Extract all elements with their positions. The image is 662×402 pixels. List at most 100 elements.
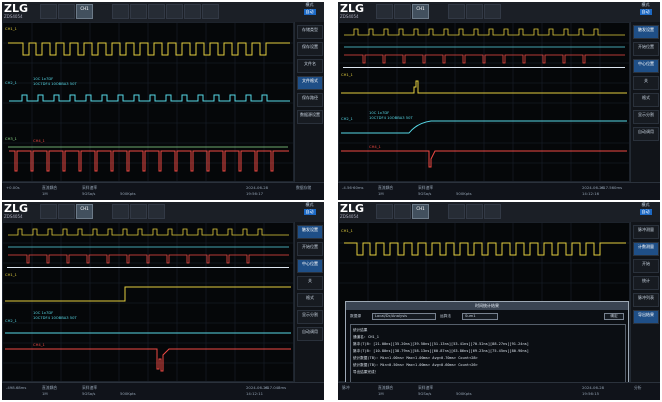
sample-rate-label: 采样速率: [82, 185, 98, 190]
channel-tab-active[interactable]: CH1: [76, 4, 93, 19]
channel-tab-2[interactable]: [58, 4, 75, 19]
side-button-1[interactable]: 触发设置: [633, 25, 659, 39]
channel-tab-1[interactable]: [376, 4, 393, 19]
mode-area: 模式 自动: [639, 2, 652, 15]
operation-select[interactable]: Sum1: [462, 313, 498, 320]
side-button-4[interactable]: 文件格式: [297, 76, 323, 90]
channel-tab-active[interactable]: CH1: [76, 204, 93, 219]
filter-select[interactable]: Local/Dc/Analysis: [372, 313, 436, 320]
channel-tab-5[interactable]: [484, 204, 501, 219]
cursor-readout: +17.560ms: [600, 185, 623, 190]
side-button-2[interactable]: 保存设置: [297, 42, 323, 56]
ch3-label: CH3_1: [5, 137, 17, 141]
coupling: 直流耦合: [42, 385, 58, 390]
memory-depth: 500Kpts: [456, 391, 472, 396]
side-button-4[interactable]: 关: [297, 276, 323, 290]
impedance: 1M: [378, 191, 384, 196]
decode-data: 10C7DF4 10OBBA3 50T: [33, 316, 77, 320]
channel-tab-8[interactable]: [202, 4, 219, 19]
auto-button[interactable]: 自动: [303, 9, 316, 15]
side-button-3[interactable]: 开始: [633, 259, 659, 273]
grid-svg: [339, 23, 629, 181]
date: 2024-06-28: [246, 185, 269, 190]
time: 19:56:15: [582, 391, 600, 396]
side-button-5[interactable]: 脉冲列表: [633, 293, 659, 307]
side-button-3[interactable]: 文件名: [297, 59, 323, 73]
side-button-2[interactable]: 计数测量: [633, 242, 659, 256]
side-button-3[interactable]: 中心位置: [633, 59, 659, 73]
coupling: 直流耦合: [42, 185, 58, 190]
ch2-waveform: [9, 94, 290, 102]
ch1-label: CH1_1: [341, 73, 353, 77]
side-button-2[interactable]: 开始位置: [633, 42, 659, 56]
waveform-plot[interactable]: CH1_1 CH2_1 10C 1x7DF 10C7DF4 10OBBA3 50…: [2, 22, 294, 182]
logo: ZLG ZDS4054: [4, 202, 29, 219]
side-button-6[interactable]: 数据源设置: [297, 110, 323, 124]
waveform-plot[interactable]: CH1_1 时间统计结果 数据源 Local/Dc/Analysis 运算法 S…: [338, 222, 630, 400]
impedance: 1M: [42, 191, 48, 196]
channel-tab-3[interactable]: [112, 4, 129, 19]
screen-panel-2: ZLG ZDS4054 CH1 模式 自动 CH1_1 CH2_1 10C 1x7D…: [338, 2, 660, 200]
channel-tab-2[interactable]: [394, 204, 411, 219]
channel-tab-6[interactable]: [166, 4, 183, 19]
channel-tab-2[interactable]: [394, 4, 411, 19]
decode-label: 10C 1x7DF: [369, 111, 390, 115]
grid-svg: [3, 23, 293, 181]
coupling: 直流耦合: [378, 185, 394, 190]
channel-tab-4[interactable]: [130, 4, 147, 19]
sample-rate: 5GSa/s: [82, 391, 96, 396]
cursor-readout: +17.048ms: [264, 385, 287, 390]
channel-tab-4[interactable]: [466, 4, 483, 19]
status-bar: +0.00s 直流耦合 1M 采样速率 5GSa/s 500Kpts 2024-…: [2, 182, 324, 200]
status-bar: -4.56·60ms 直流耦合 1M 采样速率 5GSa/s 500Kpts 2…: [338, 182, 660, 200]
waveform-plot[interactable]: CH1_1 CH2_1 10C 1x7DF 10C7DF4 10OBBA3 50…: [2, 222, 294, 382]
side-button-6[interactable]: 显示分割: [297, 310, 323, 324]
channel-tab-1[interactable]: [40, 4, 57, 19]
auto-button[interactable]: 自动: [639, 9, 652, 15]
result-row-5: 统计数据(TB): Min<0.50ns> Max<1.00ms> Avg<0.…: [353, 363, 478, 367]
side-button-3[interactable]: 中心位置: [297, 259, 323, 273]
channel-tab-4[interactable]: [466, 204, 483, 219]
side-button-1[interactable]: 触发设置: [297, 225, 323, 239]
dialog-toolbar: 数据源 Local/Dc/Analysis 运算法 Sum1 确定: [350, 313, 626, 321]
overview-yellow: [8, 228, 289, 236]
side-button-7[interactable]: 自动调用: [633, 127, 659, 141]
channel-tab-5[interactable]: [148, 204, 165, 219]
channel-tab-7[interactable]: [184, 4, 201, 19]
channel-tab-4[interactable]: [130, 204, 147, 219]
side-menu: 触发设置 开始位置 中心位置 关 格式 显示分割 自动调用: [294, 222, 324, 382]
side-button-4[interactable]: 统计: [633, 276, 659, 290]
side-button-6[interactable]: 导出结果: [633, 310, 659, 324]
side-button-2[interactable]: 开始位置: [297, 242, 323, 256]
channel-tab-2[interactable]: [58, 204, 75, 219]
channel-tab-1[interactable]: [40, 204, 57, 219]
channel-tab-5[interactable]: [484, 4, 501, 19]
side-button-7[interactable]: 自动调用: [297, 327, 323, 341]
confirm-button[interactable]: 确定: [604, 313, 624, 320]
time: 19:56:17: [246, 191, 264, 196]
channel-tab-1[interactable]: [376, 204, 393, 219]
side-button-5[interactable]: 格式: [633, 93, 659, 107]
side-button-5[interactable]: 保存路径: [297, 93, 323, 107]
mode-area: 模式 自动: [303, 2, 316, 15]
channel-tab-active[interactable]: CH1: [412, 204, 429, 219]
auto-button[interactable]: 自动: [303, 209, 316, 215]
side-button-4[interactable]: 关: [633, 76, 659, 90]
side-button-1[interactable]: 脉冲测量: [633, 225, 659, 239]
channel-tab-3[interactable]: [448, 204, 465, 219]
channel-tab-active[interactable]: CH1: [412, 4, 429, 19]
ch2-label: CH2_1: [341, 117, 353, 121]
dialog-title: 时间统计结果: [346, 302, 628, 310]
side-button-1[interactable]: 存储类型: [297, 25, 323, 39]
auto-button[interactable]: 自动: [639, 209, 652, 215]
coupling: 直流耦合: [378, 385, 394, 390]
channel-tab-3[interactable]: [112, 204, 129, 219]
waveform-plot[interactable]: CH1_1 CH2_1 10C 1x7DF 10C7DF4 10OBBA3 50…: [338, 22, 630, 182]
channel-tab-3[interactable]: [448, 4, 465, 19]
screen-panel-3: ZLG ZDS4054 CH1 模式 自动 CH1_1 CH2_1 10C 1x7D…: [2, 202, 324, 400]
side-button-6[interactable]: 显示分割: [633, 110, 659, 124]
status-bar: -498.68ms 直流耦合 1M 采样速率 5GSa/s 500Kpts 20…: [2, 382, 324, 400]
side-button-5[interactable]: 格式: [297, 293, 323, 307]
logo: ZLG ZDS4054: [4, 2, 29, 19]
channel-tab-5[interactable]: [148, 4, 165, 19]
